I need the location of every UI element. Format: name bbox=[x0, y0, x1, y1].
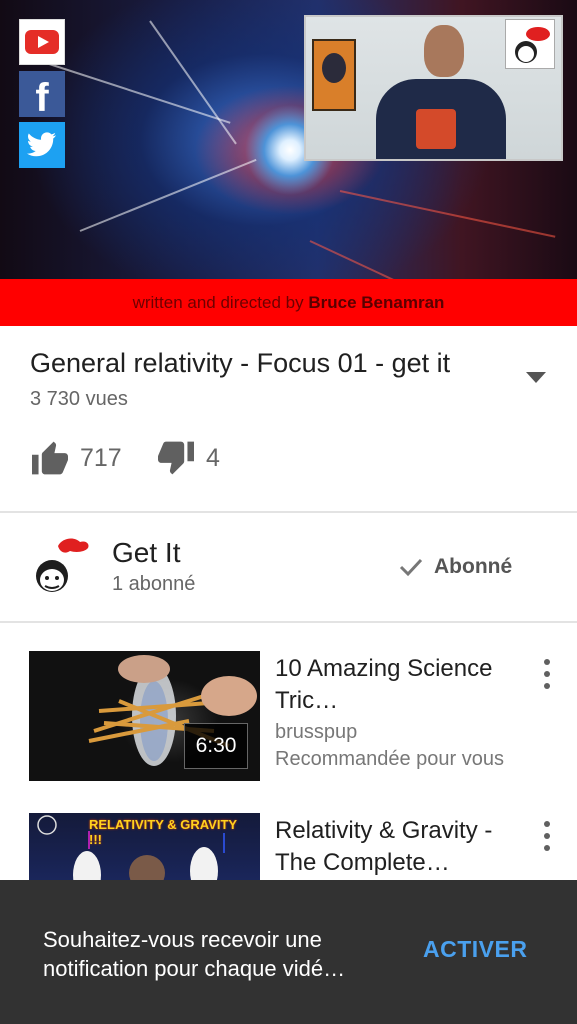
thumbs-down-icon bbox=[158, 441, 194, 475]
rec-title[interactable]: Relativity & Gravity - The Complete… bbox=[275, 815, 525, 879]
video-title: General relativity - Focus 01 - get it bbox=[30, 348, 451, 378]
presenter-inset bbox=[304, 15, 563, 161]
view-count: 3 730 vues bbox=[30, 388, 128, 410]
warp-streak bbox=[39, 60, 231, 124]
credit-text: written and directed by Bruce Benamran bbox=[133, 293, 445, 313]
video-player[interactable]: f written and directed by Bruce Benamran bbox=[0, 0, 577, 326]
rec-note: Recommandée pour vous bbox=[275, 748, 505, 770]
warp-streak bbox=[79, 158, 257, 232]
activate-button[interactable]: ACTIVER bbox=[423, 936, 527, 963]
chevron-down-icon[interactable] bbox=[526, 372, 546, 383]
credit-author: Bruce Benamran bbox=[308, 292, 445, 312]
youtube-logo-icon bbox=[25, 30, 59, 54]
dislike-count: 4 bbox=[206, 443, 220, 472]
presenter-head bbox=[424, 25, 464, 77]
subscribed-button[interactable]: Abonné bbox=[398, 550, 512, 584]
warp-streak bbox=[339, 190, 556, 238]
channel-logo-image bbox=[505, 19, 555, 69]
more-options-icon[interactable] bbox=[535, 657, 559, 691]
list-item[interactable]: 6:30 10 Amazing Science Tric… brusspup R… bbox=[0, 651, 577, 791]
youtube-icon[interactable] bbox=[19, 19, 65, 65]
credit-bar: written and directed by Bruce Benamran bbox=[0, 279, 577, 326]
presenter-body bbox=[376, 79, 506, 159]
warp-streak bbox=[149, 20, 237, 145]
duration-badge: 6:30 bbox=[184, 723, 248, 769]
credit-prefix: written and directed by bbox=[132, 292, 304, 312]
channel-avatar[interactable] bbox=[28, 534, 92, 598]
subscribed-label: Abonné bbox=[434, 555, 513, 578]
channel-name[interactable]: Get It bbox=[112, 537, 180, 569]
divider bbox=[0, 621, 577, 623]
video-thumbnail[interactable]: 6:30 bbox=[29, 651, 260, 781]
subscriber-count: 1 abonné bbox=[112, 573, 196, 595]
checkmark-icon bbox=[399, 558, 423, 577]
rec-channel: brusspup bbox=[275, 721, 358, 743]
divider bbox=[0, 511, 577, 513]
facebook-icon[interactable]: f bbox=[19, 71, 65, 118]
like-count: 717 bbox=[80, 443, 122, 472]
poster-image bbox=[312, 39, 356, 111]
more-options-icon[interactable] bbox=[535, 819, 559, 853]
snackbar-message: Souhaitez-vous recevoir une notification… bbox=[43, 927, 346, 981]
thumbs-up-icon bbox=[32, 441, 68, 475]
dislike-button[interactable]: 4 bbox=[156, 436, 220, 480]
like-button[interactable]: 717 bbox=[30, 436, 122, 480]
rec-title[interactable]: 10 Amazing Science Tric… bbox=[275, 653, 525, 717]
twitter-icon[interactable] bbox=[19, 122, 65, 168]
twitter-bird-icon bbox=[27, 132, 56, 157]
